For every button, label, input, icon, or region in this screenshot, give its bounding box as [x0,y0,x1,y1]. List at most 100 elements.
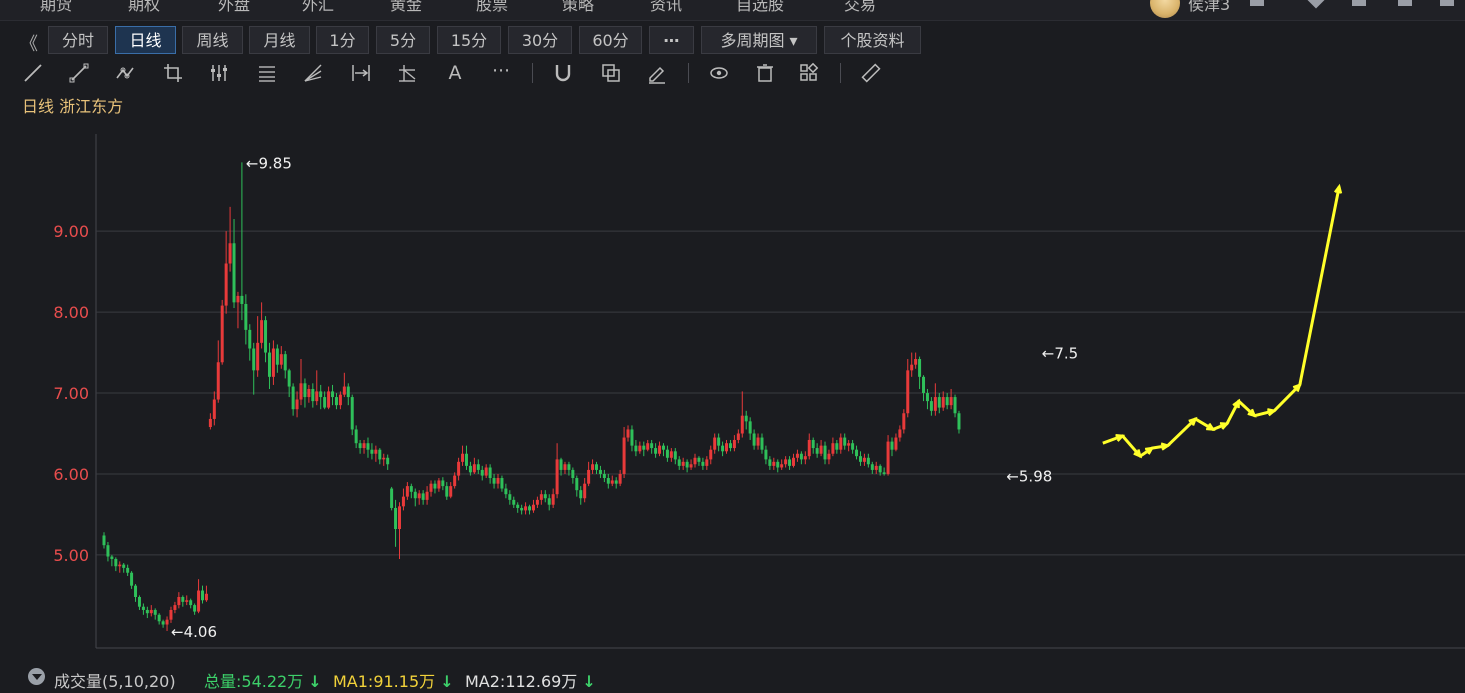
candle-body [488,467,492,479]
toolbar-divider [688,63,689,83]
candle-body [362,443,366,449]
candle-body [130,572,134,586]
period-button-daily[interactable]: 日线 [115,26,176,54]
candle-body [401,496,405,507]
candle-body [811,439,815,449]
menu-item[interactable]: 股票 [476,0,508,15]
multi-period-dropdown[interactable]: 多周期图 ▾ [701,26,817,54]
candle-body [622,437,626,474]
candle-body [177,597,181,606]
candle-body [906,370,910,414]
candle-body [709,449,713,460]
menu-item[interactable]: 外盘 [218,0,250,15]
candle-body [547,498,551,505]
candle-body [957,413,961,430]
polyline-tool-icon[interactable] [114,62,136,84]
menu-item[interactable]: 期权 [128,0,160,15]
candle-body [153,609,157,615]
candle-body [181,597,185,602]
magnet-icon[interactable] [552,62,574,84]
menu-item[interactable]: 外汇 [302,0,334,15]
period-button-5min[interactable]: 5分 [376,26,430,54]
menu-item[interactable]: 交易 [844,0,876,15]
drawing-toolbar: A ⋯ [0,58,1465,88]
more-tools-icon[interactable]: ⋯ [490,62,512,84]
candle-body [918,359,922,377]
ruler-icon[interactable] [860,62,882,84]
candle-body [661,445,665,450]
candle-body [398,506,401,530]
grid-icon[interactable] [798,62,820,84]
text-tool-icon[interactable]: A [444,62,466,84]
candle-body [204,593,208,601]
price-mark-label: ←4.06 [171,623,217,641]
pencil-icon[interactable] [646,62,668,84]
user-name[interactable]: 侯津3 [1188,0,1230,15]
candle-body [610,480,614,484]
fibonacci-tool-icon[interactable] [256,62,278,84]
candlestick-chart[interactable]: 5.00 6.00 7.00 8.00 9.00 ←9.85 ←4.06 ←7.5 ←5.98 [0,120,1465,660]
period-button-weekly[interactable]: 周线 [182,26,243,54]
candle-body [929,401,933,411]
adjust-tool-icon[interactable] [208,62,230,84]
avatar[interactable] [1150,0,1180,18]
maximize-icon[interactable] [1398,0,1412,6]
candle-body [141,606,145,610]
minimize-icon[interactable] [1352,0,1366,6]
line-tool-icon[interactable] [22,62,44,84]
collapse-left-icon[interactable]: 《 [20,30,38,56]
eye-icon[interactable] [708,62,730,84]
overlay-icon[interactable] [600,62,622,84]
candle-body [185,600,189,602]
candle-body [358,443,362,449]
crop-tool-icon[interactable] [162,62,184,84]
close-icon[interactable] [1440,0,1454,6]
diamond-icon[interactable] [1307,0,1325,9]
period-button-15min[interactable]: 15分 [437,26,501,54]
menu-item[interactable]: 资讯 [650,0,682,15]
period-button-30min[interactable]: 30分 [508,26,572,54]
candle-body [795,453,799,458]
period-button-timeshare[interactable]: 分时 [48,26,108,54]
stock-profile-button[interactable]: 个股资料 [824,26,921,54]
menu-item[interactable]: 自选股 [736,0,784,15]
candle-body [425,491,429,500]
candle-body [792,457,795,466]
candle-body [240,295,244,304]
menu-item[interactable]: 期货 [40,0,72,15]
candle-body [197,590,201,612]
period-button-monthly[interactable]: 月线 [249,26,310,54]
candle-body [669,451,673,458]
period-button-60min[interactable]: 60分 [579,26,642,54]
candle-body [528,506,532,511]
measure-range-icon[interactable] [350,62,372,84]
fan-tool-icon[interactable] [302,62,324,84]
menu-item[interactable]: 策略 [562,0,594,15]
candle-body [602,473,606,479]
candle-body [137,597,141,607]
candle-body [626,429,630,438]
candle-body [539,494,543,500]
window-icon[interactable] [1250,0,1264,6]
candle-body [145,609,149,614]
candle-body [516,504,520,508]
candle-body [725,443,729,452]
candle-body [110,556,114,559]
candle-body [638,445,642,452]
candle-body [650,443,654,449]
candle-body [236,295,240,303]
segment-tool-icon[interactable] [68,62,90,84]
gann-tool-icon[interactable] [396,62,418,84]
candle-body [441,480,445,487]
candle-body [551,494,555,505]
more-periods-button[interactable]: ⋯ [649,26,694,54]
candle-body [390,488,394,508]
period-button-1min[interactable]: 1分 [316,26,369,54]
menu-item[interactable]: 黄金 [390,0,422,15]
volume-label[interactable]: 成交量(5,10,20) [54,668,176,692]
volume-dropdown-icon[interactable] [28,668,45,685]
candle-body [618,473,622,484]
trash-icon[interactable] [754,62,776,84]
candle-body [614,480,618,484]
candle-body [823,445,827,460]
